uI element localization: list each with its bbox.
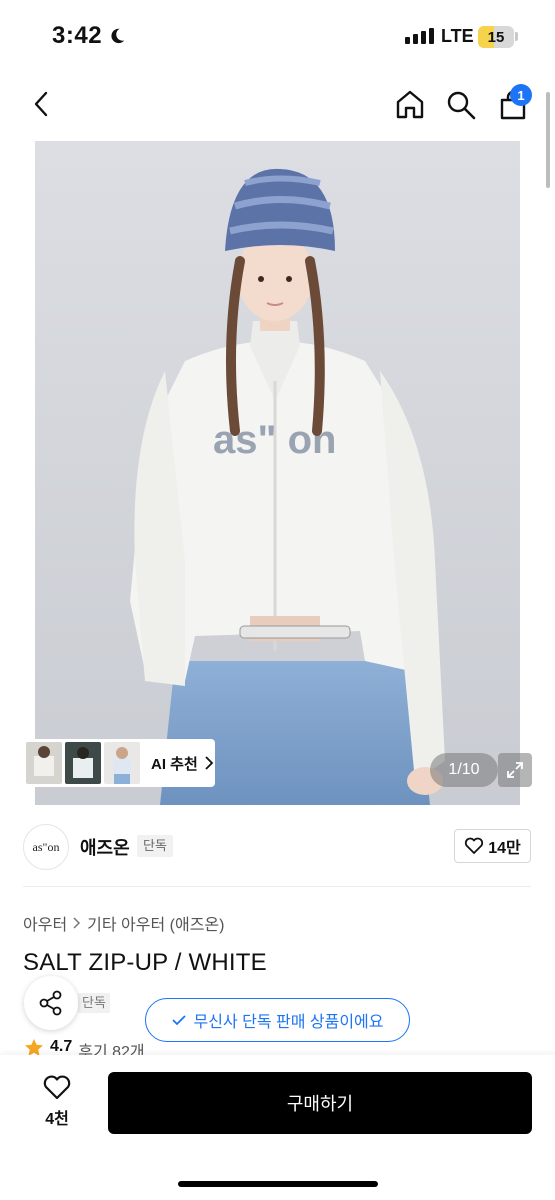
review-count: 후기 82개 — [78, 1044, 145, 1056]
network-type: LTE — [441, 26, 474, 46]
battery-cap — [515, 32, 518, 41]
breadcrumb: 아우터 기타 아우터 (애즈온) — [23, 911, 224, 935]
image-counter: 1/10 — [430, 753, 498, 787]
breadcrumb-subcategory[interactable]: 기타 아우터 (애즈온) — [87, 911, 224, 935]
ai-thumb-1[interactable] — [26, 742, 62, 784]
back-icon[interactable] — [28, 90, 54, 118]
divider — [23, 886, 531, 887]
ai-recommend-label: AI 추천 — [151, 755, 198, 773]
status-time: 3:42 — [52, 22, 126, 50]
battery-level: 15 — [487, 28, 505, 46]
product-photo-illustration: as" on — [35, 141, 520, 805]
signal-icon — [405, 28, 434, 44]
heart-icon — [43, 1075, 71, 1100]
brand-like-count: 14만 — [488, 840, 521, 857]
battery-icon: 15 — [478, 26, 514, 48]
brand-exclusive-badge: 단독 — [137, 835, 173, 857]
rating-row[interactable]: 4.7 후기 82개 — [24, 1038, 145, 1056]
wishlist-count: 4천 — [45, 1111, 69, 1128]
rating-value: 4.7 — [50, 1038, 73, 1055]
exclusive-notice-text: 무신사 단독 판매 상품이에요 — [193, 1014, 384, 1031]
home-indicator — [178, 1181, 378, 1187]
cart-badge: 1 — [510, 84, 532, 106]
brand-logo[interactable]: as"on — [23, 824, 69, 870]
brand-name[interactable]: 애즈온 — [80, 834, 130, 860]
ai-thumb-2[interactable] — [65, 742, 101, 784]
search-icon[interactable] — [444, 88, 478, 122]
status-time-text: 3:42 — [52, 22, 103, 49]
wishlist-button[interactable]: 4천 — [36, 1074, 78, 1129]
share-button[interactable] — [24, 976, 78, 1030]
product-exclusive-tag: 단독 — [78, 993, 110, 1013]
product-image[interactable]: as" on — [35, 141, 520, 805]
heart-icon — [465, 837, 484, 854]
product-title: SALT ZIP-UP / WHITE — [23, 949, 267, 976]
buy-button[interactable]: 구매하기 — [108, 1072, 532, 1134]
breadcrumb-category[interactable]: 아우터 — [23, 911, 67, 935]
ai-thumb-3[interactable] — [104, 742, 140, 784]
ai-recommend-button[interactable]: AI 추천 — [23, 739, 215, 787]
chevron-right-icon — [205, 756, 214, 770]
exclusive-notice: 무신사 단독 판매 상품이에요 — [145, 998, 410, 1042]
brand-like-button[interactable]: 14만 — [454, 829, 531, 863]
star-icon — [25, 1039, 43, 1056]
moon-icon — [111, 28, 125, 44]
chevron-right-icon — [73, 917, 81, 929]
home-icon[interactable] — [393, 87, 427, 121]
scrollbar[interactable] — [546, 92, 550, 188]
check-icon — [171, 1014, 186, 1025]
expand-icon[interactable] — [498, 753, 532, 787]
share-icon — [39, 990, 62, 1016]
